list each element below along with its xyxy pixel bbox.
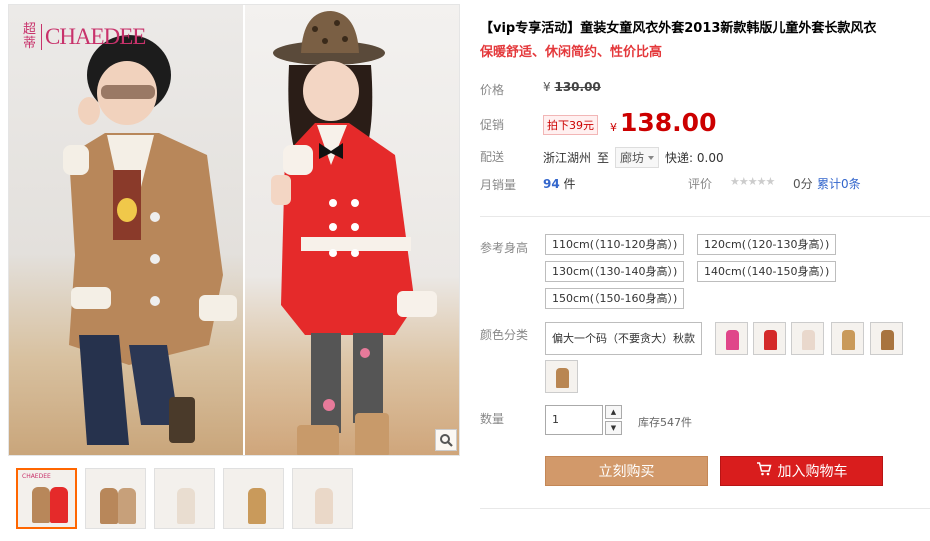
shipping-info: 浙江湖州 至 廊坊 快递: 0.00 <box>543 147 724 168</box>
boy-model-photo <box>9 5 245 455</box>
star-rating-icon: ★★★★★ <box>730 175 775 188</box>
promo-price-value: 138.00 <box>620 108 717 137</box>
monthly-sales-unit: 件 <box>563 177 576 191</box>
original-price: ¥ 130.00 <box>543 80 601 94</box>
buy-now-label: 立刻购买 <box>598 464 655 480</box>
quantity-label: 数量 <box>480 412 505 426</box>
buy-now-button[interactable]: 立刻购买 <box>545 456 708 486</box>
magnifier-icon[interactable] <box>435 429 457 451</box>
ship-to-word: 至 <box>597 151 610 165</box>
color-option-text[interactable]: 偏大一个码（不要贪大）秋款 <box>545 322 702 355</box>
color-label: 颜色分类 <box>480 328 529 342</box>
monthly-sales-label: 月销量 <box>480 178 517 192</box>
color-swatch-4[interactable] <box>831 322 864 355</box>
price-currency: ¥ <box>543 80 551 94</box>
thumbnail-strip: CHAEDEE <box>16 468 353 529</box>
thumbnail-3[interactable] <box>154 468 215 529</box>
quantity-increase-button[interactable]: ▲ <box>605 405 622 419</box>
price-label: 价格 <box>480 83 505 97</box>
ship-from: 浙江湖州 <box>543 151 592 165</box>
shipping-label: 配送 <box>480 150 505 164</box>
product-title: 【vip专享活动】童装女童风衣外套2013新款韩版儿童外套长款风衣 <box>480 21 877 36</box>
size-option-110[interactable]: 110cm(（110-120身高）) <box>545 234 685 255</box>
color-swatch-1[interactable] <box>715 322 748 355</box>
size-option-120[interactable]: 120cm(（120-130身高）) <box>697 234 837 255</box>
destination-city: 廊坊 <box>620 151 645 165</box>
quantity-input[interactable]: 1 <box>545 405 603 435</box>
color-swatch-5[interactable] <box>870 322 903 355</box>
stock-count: 库存547件 <box>638 416 692 429</box>
color-swatch-6[interactable] <box>545 360 578 393</box>
promo-price: ¥138.00 <box>610 108 716 137</box>
thumb-brand-mark: CHAEDEE <box>22 473 51 480</box>
reviews-link[interactable]: 累计0条 <box>817 175 861 192</box>
express-fee: 快递: 0.00 <box>665 151 724 165</box>
thumbnail-2[interactable] <box>85 468 146 529</box>
monthly-sales: 94 件 <box>543 175 576 192</box>
girl-model-photo <box>245 5 459 455</box>
promo-badge: 拍下39元 <box>543 115 598 135</box>
promo-currency: ¥ <box>610 121 617 134</box>
color-swatch-3[interactable] <box>791 322 824 355</box>
size-label: 参考身高 <box>480 241 529 255</box>
product-subtitle: 保暖舒适、休闲简约、性价比高 <box>480 45 663 60</box>
brand-logo-en: CHAEDEE <box>41 24 146 50</box>
divider <box>480 508 930 509</box>
destination-select[interactable]: 廊坊 <box>615 147 660 168</box>
chevron-down-icon <box>648 155 655 160</box>
brand-logo: 超蒂 CHAEDEE <box>23 22 146 51</box>
cart-icon <box>756 462 772 480</box>
brand-logo-cn: 超蒂 <box>23 22 37 51</box>
promo-label: 促销 <box>480 118 505 132</box>
color-swatch-2[interactable] <box>753 322 786 355</box>
quantity-decrease-button[interactable]: ▼ <box>605 421 622 435</box>
thumbnail-4[interactable] <box>223 468 284 529</box>
size-option-140[interactable]: 140cm(（140-150身高）) <box>697 261 837 282</box>
add-to-cart-button[interactable]: 加入购物车 <box>720 456 883 486</box>
thumbnail-1[interactable]: CHAEDEE <box>16 468 77 529</box>
product-gallery: 超蒂 CHAEDEE CHAEDEE <box>8 4 460 541</box>
thumbnail-5[interactable] <box>292 468 353 529</box>
original-price-value: 130.00 <box>554 80 601 94</box>
monthly-sales-count: 94 <box>543 177 560 191</box>
rating-label: 评价 <box>688 177 713 191</box>
divider <box>480 216 930 217</box>
main-product-image[interactable]: 超蒂 CHAEDEE <box>8 4 460 456</box>
size-option-150[interactable]: 150cm(（150-160身高）) <box>545 288 685 309</box>
rating-score: 0分 <box>793 177 813 191</box>
size-option-130[interactable]: 130cm(（130-140身高）) <box>545 261 685 282</box>
add-to-cart-label: 加入购物车 <box>777 464 848 480</box>
